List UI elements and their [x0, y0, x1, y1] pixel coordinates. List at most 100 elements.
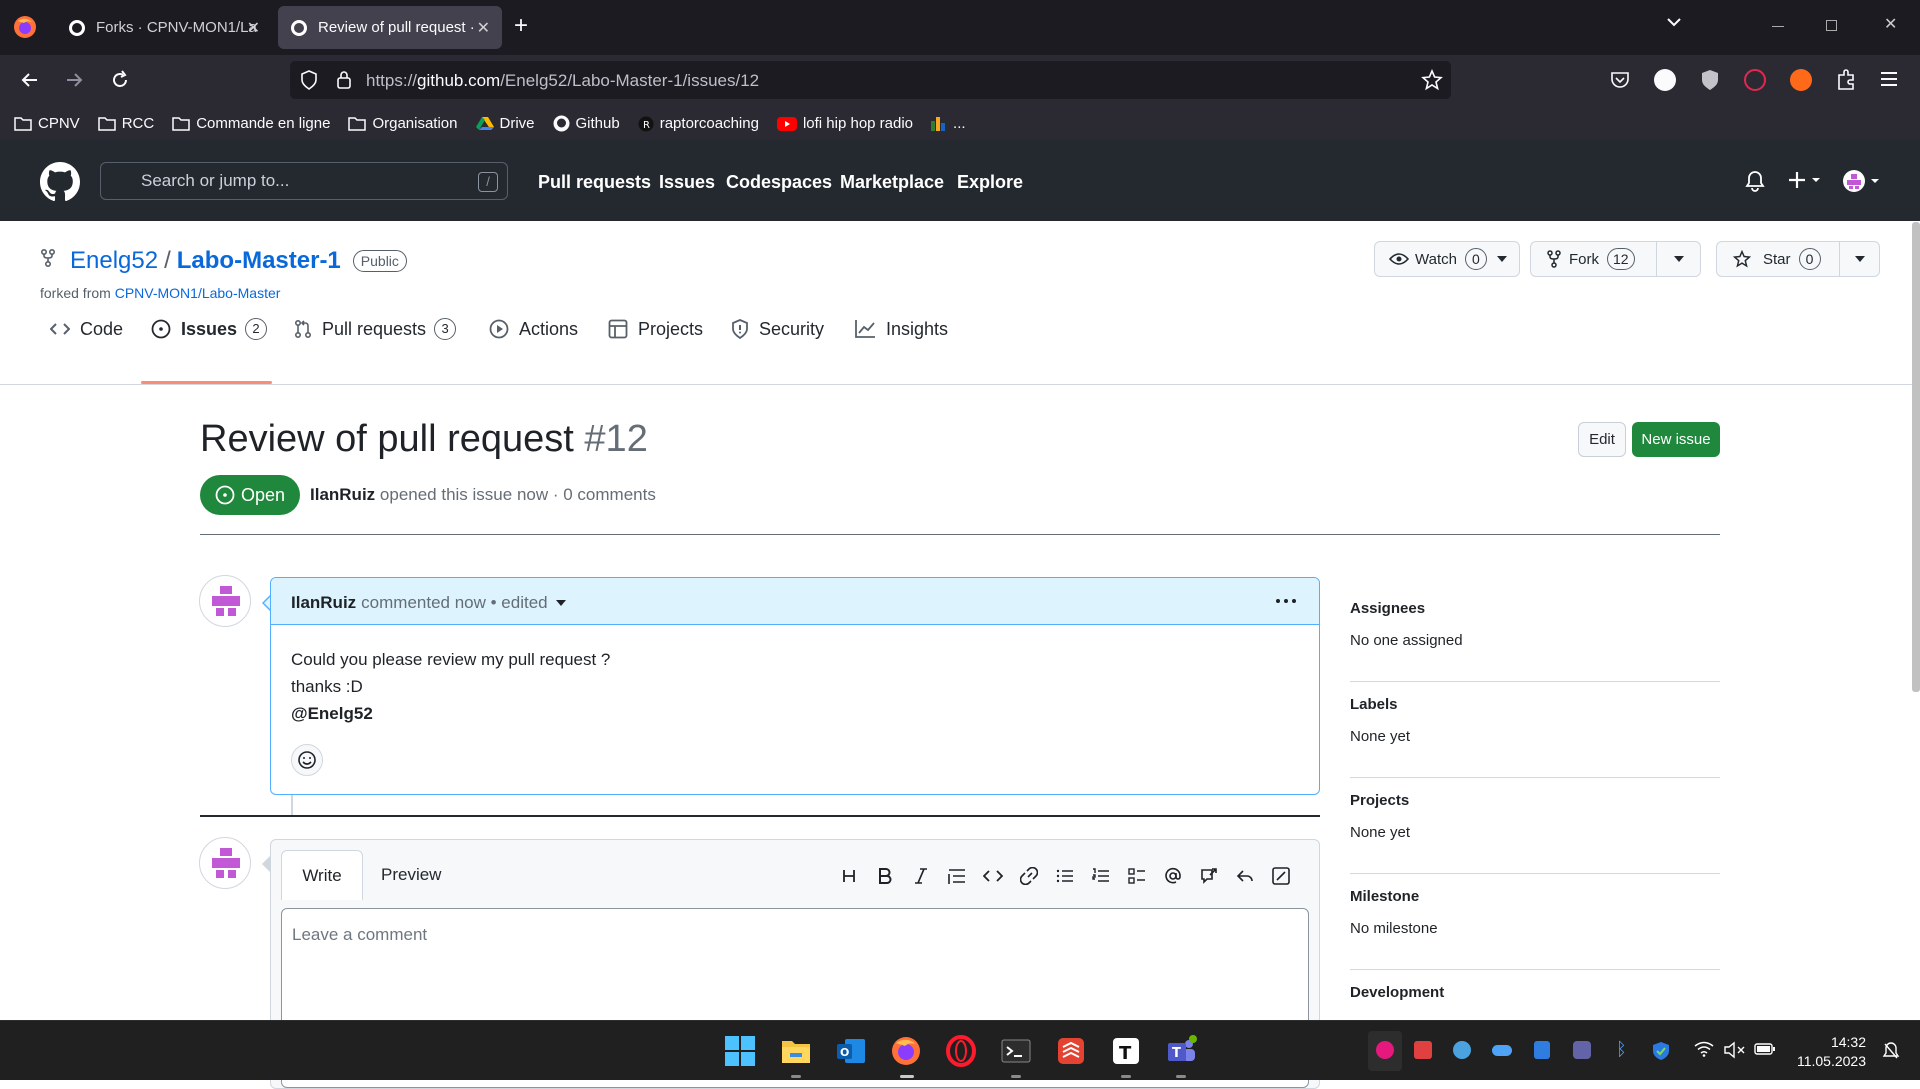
bookmark-github[interactable]: Github — [553, 115, 620, 132]
back-icon[interactable] — [20, 70, 40, 90]
close-tab-icon[interactable]: ✕ — [247, 18, 260, 38]
link-icon[interactable] — [1011, 862, 1047, 890]
sidebar-projects[interactable]: Projects None yet — [1350, 778, 1720, 874]
edited-dropdown-caret-icon[interactable] — [555, 600, 566, 606]
user-avatar-menu[interactable] — [1842, 169, 1882, 193]
preview-tab[interactable]: Preview — [381, 865, 441, 885]
write-tab[interactable]: Write — [281, 850, 363, 900]
fullscreen-edit-icon[interactable] — [1263, 862, 1299, 890]
avatar[interactable] — [199, 575, 251, 627]
bookmark-organisation[interactable]: Organisation — [348, 115, 458, 132]
issue-author-link[interactable]: IlanRuiz — [310, 485, 375, 504]
tab-security[interactable]: Security — [731, 309, 824, 349]
watch-button[interactable]: Watch 0 — [1374, 241, 1520, 277]
edit-button[interactable]: Edit — [1578, 422, 1626, 457]
duckduckgo-extension-icon[interactable] — [1790, 69, 1812, 91]
shield-icon[interactable] — [300, 70, 318, 90]
bookmark-drive[interactable]: Drive — [475, 115, 535, 132]
bold-icon[interactable] — [867, 862, 903, 890]
comment-meta-text[interactable]: commented now • edited — [361, 593, 547, 613]
bookmark-rcc[interactable]: RCC — [97, 115, 154, 132]
tab-pull-requests[interactable]: Pull requests 3 — [294, 309, 457, 349]
firefox-taskbar-icon[interactable] — [890, 1035, 922, 1067]
code-icon[interactable] — [975, 862, 1011, 890]
tab-forks[interactable]: Forks · CPNV-MON1/Labo-Master ✕ — [56, 6, 272, 49]
ordered-list-icon[interactable] — [1083, 862, 1119, 890]
repo-name-link[interactable]: Labo-Master-1 — [177, 247, 341, 275]
hamburger-menu-icon[interactable] — [1880, 71, 1898, 87]
fork-button[interactable]: Fork 12 — [1531, 242, 1657, 276]
nav-issues[interactable]: Issues — [659, 172, 715, 193]
todoist-icon[interactable] — [1055, 1035, 1087, 1067]
wifi-icon[interactable] — [1694, 1041, 1714, 1057]
pocket-icon[interactable] — [1610, 70, 1630, 90]
bookmark-lofi[interactable]: lofi hip hop radio — [776, 115, 913, 132]
user-mention-link[interactable]: @Enelg52 — [291, 700, 610, 727]
youtube-extension-icon[interactable] — [1744, 69, 1766, 91]
page-scrollbar[interactable] — [1912, 222, 1920, 692]
onedrive-icon[interactable] — [1492, 1045, 1512, 1056]
bookmark-raptorcoaching[interactable]: Rraptorcoaching — [638, 115, 759, 132]
minimize-icon[interactable] — [1772, 26, 1784, 27]
bluetooth-icon[interactable]: ᛒ — [1616, 1039, 1627, 1060]
bookmark-star-icon[interactable] — [1421, 69, 1443, 91]
avatar[interactable] — [199, 837, 251, 889]
reload-icon[interactable] — [110, 70, 130, 90]
fork-dropdown-caret-icon[interactable] — [1657, 256, 1700, 262]
url-bar[interactable]: https://github.com/Enelg52/Labo-Master-1… — [290, 61, 1451, 99]
reply-icon[interactable] — [1227, 862, 1263, 890]
battery-icon[interactable] — [1754, 1042, 1776, 1056]
opera-icon[interactable] — [945, 1035, 977, 1067]
task-list-icon[interactable] — [1119, 862, 1155, 890]
search-input[interactable] — [101, 163, 507, 199]
privacy-shield-icon[interactable] — [1700, 69, 1720, 91]
forward-icon[interactable] — [64, 70, 84, 90]
tray-doc-icon[interactable] — [1534, 1041, 1550, 1059]
typora-icon[interactable]: T — [1110, 1035, 1142, 1067]
tray-app-icon[interactable] — [1376, 1041, 1394, 1059]
tab-issues[interactable]: Issues 2 — [151, 309, 268, 349]
bookmark-overflow[interactable]: ... — [931, 115, 966, 132]
teams-icon[interactable]: T — [1165, 1035, 1197, 1067]
notifications-bell-icon[interactable] — [1745, 170, 1765, 192]
comment-author-link[interactable]: IlanRuiz — [291, 593, 356, 613]
defender-shield-icon[interactable] — [1652, 1041, 1670, 1061]
windows-start-icon[interactable] — [724, 1035, 756, 1067]
bookmark-cpnv[interactable]: CPNV — [14, 115, 80, 132]
lock-icon[interactable] — [336, 70, 352, 90]
tab-insights[interactable]: Insights — [854, 309, 948, 349]
password-manager-icon[interactable] — [1654, 69, 1676, 91]
nav-explore[interactable]: Explore — [957, 172, 1023, 193]
new-tab-icon[interactable]: + — [514, 12, 528, 40]
outlook-icon[interactable]: O — [835, 1035, 867, 1067]
new-issue-button[interactable]: New issue — [1632, 422, 1720, 457]
nav-marketplace[interactable]: Marketplace — [840, 172, 944, 193]
sidebar-labels[interactable]: Labels None yet — [1350, 682, 1720, 778]
tray-clock-icon[interactable] — [1453, 1041, 1471, 1059]
forked-from-link[interactable]: CPNV-MON1/Labo-Master — [115, 285, 281, 301]
create-new-plus-icon[interactable] — [1788, 170, 1824, 190]
cross-reference-icon[interactable] — [1191, 862, 1227, 890]
star-dropdown-caret-icon[interactable] — [1840, 256, 1879, 262]
unordered-list-icon[interactable] — [1047, 862, 1083, 890]
bookmark-commande[interactable]: Commande en ligne — [172, 115, 330, 132]
close-tab-icon[interactable]: ✕ — [477, 18, 490, 38]
tray-teams-icon[interactable] — [1573, 1041, 1591, 1059]
tab-code[interactable]: Code — [50, 309, 123, 349]
nav-pull-requests[interactable]: Pull requests — [538, 172, 651, 193]
add-reaction-button[interactable] — [291, 744, 323, 776]
sidebar-assignees[interactable]: Assignees No one assigned — [1350, 586, 1720, 682]
restore-icon[interactable] — [1826, 20, 1837, 31]
italic-icon[interactable] — [903, 862, 939, 890]
extensions-puzzle-icon[interactable] — [1836, 69, 1856, 91]
tab-issue[interactable]: Review of pull request · Issue #12 ✕ — [278, 6, 502, 49]
clock[interactable]: 14:32 11.05.2023 — [1790, 1033, 1866, 1071]
mention-icon[interactable] — [1155, 862, 1191, 890]
nav-codespaces[interactable]: Codespaces — [726, 172, 832, 193]
quote-icon[interactable] — [939, 862, 975, 890]
tab-actions[interactable]: Actions — [489, 309, 578, 349]
tray-pdf-icon[interactable] — [1414, 1041, 1432, 1059]
volume-muted-icon[interactable] — [1724, 1041, 1746, 1059]
close-window-icon[interactable]: ✕ — [1884, 14, 1897, 34]
tab-projects[interactable]: Projects — [608, 309, 703, 349]
